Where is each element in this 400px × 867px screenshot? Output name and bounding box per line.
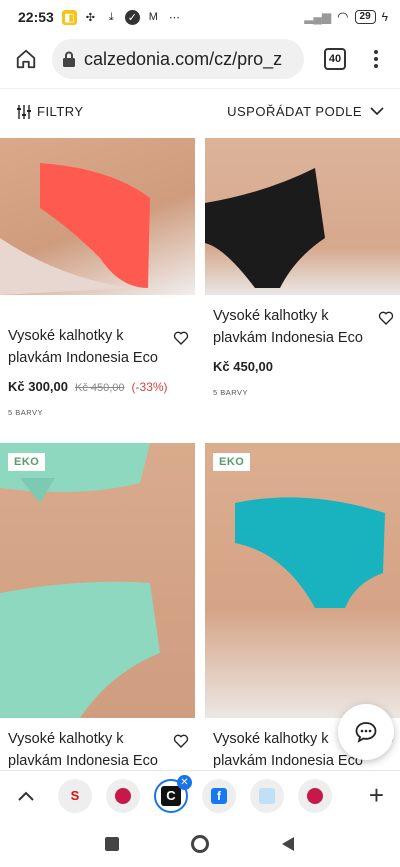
gmail-icon: M bbox=[148, 11, 158, 23]
check-circle-icon: ✓ bbox=[124, 9, 140, 25]
tab-thumbnail[interactable]: f bbox=[202, 778, 236, 813]
chevron-down-icon bbox=[370, 107, 384, 116]
wifi-icon: ◠ bbox=[337, 9, 349, 24]
menu-dot bbox=[374, 64, 378, 68]
color-count: 5 BARVY bbox=[8, 408, 44, 417]
product-title[interactable]: Vysoké kalhotky k plavkám Indonesia Eco bbox=[213, 305, 373, 349]
back-button[interactable] bbox=[281, 836, 295, 852]
notes-app-icon: ◧ bbox=[61, 9, 77, 25]
heart-icon[interactable] bbox=[173, 733, 189, 749]
browser-menu-button[interactable] bbox=[366, 50, 386, 68]
menu-dot bbox=[374, 57, 378, 61]
product-photo bbox=[0, 443, 160, 718]
price-row: Kč 450,00 bbox=[213, 359, 392, 374]
facebook-icon: f bbox=[211, 787, 227, 804]
active-tab-letter: C bbox=[161, 785, 181, 806]
sliders-icon bbox=[17, 104, 31, 119]
product-title[interactable]: Vysoké kalhotky k plavkám Indonesia Eco bbox=[8, 728, 168, 772]
product-title[interactable]: Vysoké kalhotky k plavkám Indonesia Eco bbox=[8, 325, 168, 369]
product-photo bbox=[0, 163, 150, 295]
tab-switcher-button[interactable]: 40 bbox=[324, 48, 346, 70]
tab-thumbnail[interactable]: S bbox=[58, 778, 92, 813]
price-row: Kč 300,00 Kč 450,00 (-33%) bbox=[8, 379, 187, 394]
heart-icon[interactable] bbox=[173, 330, 189, 346]
status-bar: 22:53 ◧ ✣ ⤓ ✓ M ⋯ ▂▄▆ ◠ 29 ϟ bbox=[0, 0, 400, 34]
download-icon: ⤓ bbox=[108, 10, 114, 23]
color-count: 5 BARVY bbox=[213, 388, 249, 397]
product-image[interactable] bbox=[0, 138, 195, 295]
new-tab-icon[interactable]: + bbox=[369, 780, 384, 811]
price: Kč 450,00 bbox=[213, 359, 273, 374]
eco-badge: EKO bbox=[213, 453, 251, 471]
url-text: calzedonia.com/cz/pro_z bbox=[84, 48, 283, 69]
product-image[interactable]: EKO bbox=[205, 443, 400, 718]
filter-button[interactable]: FILTRY bbox=[16, 104, 84, 119]
product-photo bbox=[205, 168, 325, 288]
filter-label: FILTRY bbox=[37, 104, 84, 119]
tab-thumbnail[interactable] bbox=[106, 778, 140, 813]
clock: 22:53 bbox=[18, 9, 54, 25]
tab-thumbnail[interactable] bbox=[250, 778, 284, 813]
chat-button[interactable] bbox=[338, 704, 394, 760]
chevron-up-icon[interactable] bbox=[18, 791, 34, 801]
product-image[interactable]: EKO bbox=[0, 443, 195, 718]
eco-badge: EKO bbox=[8, 453, 46, 471]
more-notifications-icon: ⋯ bbox=[168, 11, 180, 24]
filter-bar: FILTRY USPOŘÁDAT PODLE bbox=[0, 88, 400, 134]
battery-indicator: 29 bbox=[354, 10, 376, 24]
browser-toolbar: calzedonia.com/cz/pro_z 40 bbox=[0, 34, 400, 84]
product-card[interactable]: Vysoké kalhotky k plavkám Indonesia Eco … bbox=[205, 138, 400, 397]
lg-logo-icon bbox=[115, 787, 131, 804]
sort-label: USPOŘÁDAT PODLE bbox=[227, 104, 362, 119]
charging-icon: ϟ bbox=[381, 10, 388, 24]
system-nav-bar bbox=[0, 820, 400, 867]
close-tab-icon[interactable]: ✕ bbox=[177, 774, 192, 790]
product-card[interactable]: EKO Vysoké kalhotky k plavkám Indonesia … bbox=[0, 443, 195, 772]
original-price: Kč 450,00 bbox=[75, 382, 125, 394]
sale-price: Kč 300,00 bbox=[8, 379, 68, 394]
site-favicon-icon bbox=[259, 787, 275, 804]
product-card[interactable]: Vysoké kalhotky k plavkám Indonesia Eco … bbox=[0, 138, 195, 417]
signal-icon: ▂▄▆ bbox=[304, 10, 332, 24]
product-photo bbox=[235, 497, 385, 608]
chat-bubble-icon bbox=[355, 722, 377, 743]
tab-thumbnail[interactable] bbox=[298, 778, 332, 813]
tab-strip: S C ✕ f + bbox=[0, 770, 400, 820]
address-bar[interactable]: calzedonia.com/cz/pro_z bbox=[52, 39, 304, 79]
product-image[interactable] bbox=[205, 138, 400, 295]
recents-button[interactable] bbox=[105, 836, 119, 851]
discount-badge: (-33%) bbox=[131, 380, 168, 394]
pinwheel-icon: ✣ bbox=[85, 11, 95, 24]
tab-thumbnail-active[interactable]: C ✕ bbox=[154, 774, 192, 813]
home-button[interactable] bbox=[8, 41, 44, 77]
menu-dot bbox=[374, 50, 378, 54]
lock-icon bbox=[63, 51, 75, 67]
lg-logo-icon bbox=[307, 787, 323, 804]
heart-icon[interactable] bbox=[378, 310, 394, 326]
home-nav-button[interactable] bbox=[191, 834, 209, 853]
home-icon bbox=[16, 49, 36, 69]
sort-button[interactable]: USPOŘÁDAT PODLE bbox=[227, 104, 384, 119]
